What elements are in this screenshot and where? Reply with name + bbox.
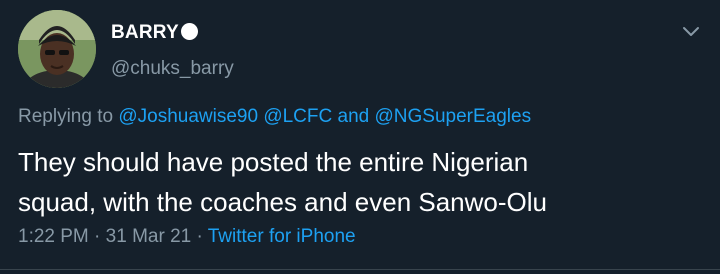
tweet-date[interactable]: 31 Mar 21 [106,226,192,247]
tweet-text-line-2: squad, with the coaches and even Sanwo-O… [18,187,548,217]
tweet-card: BARRY @chuks_barry Replying to @Joshuawi… [0,0,720,274]
replying-prefix: Replying to [18,106,114,127]
display-name[interactable]: BARRY [111,22,198,44]
meta-separator: · [94,226,101,247]
divider [0,269,720,270]
tweet-time[interactable]: 1:22 PM [18,226,89,247]
avatar-image [18,10,96,88]
mention-conjunction: and [337,106,370,127]
chevron-down-icon[interactable] [680,20,702,42]
display-name-text: BARRY [111,22,179,43]
mention-ngsupereagles[interactable]: @NGSuperEagles [375,106,532,127]
user-handle[interactable]: @chuks_barry [111,58,234,80]
meta-separator: · [196,226,203,247]
mention-lcfc[interactable]: @LCFC [263,106,332,127]
tweet-text-line-1: They should have posted the entire Niger… [18,147,529,177]
status-emoji-icon [180,23,198,40]
tweet-source[interactable]: Twitter for iPhone [208,226,356,247]
replying-to: Replying to @Joshuawise90 @LCFC and @NGS… [18,106,531,128]
mention-joshuawise90[interactable]: @Joshuawise90 [118,106,258,127]
avatar[interactable] [18,10,96,88]
tweet-text: They should have posted the entire Niger… [18,142,698,222]
tweet-meta: 1:22 PM · 31 Mar 21 · Twitter for iPhone [18,226,356,248]
